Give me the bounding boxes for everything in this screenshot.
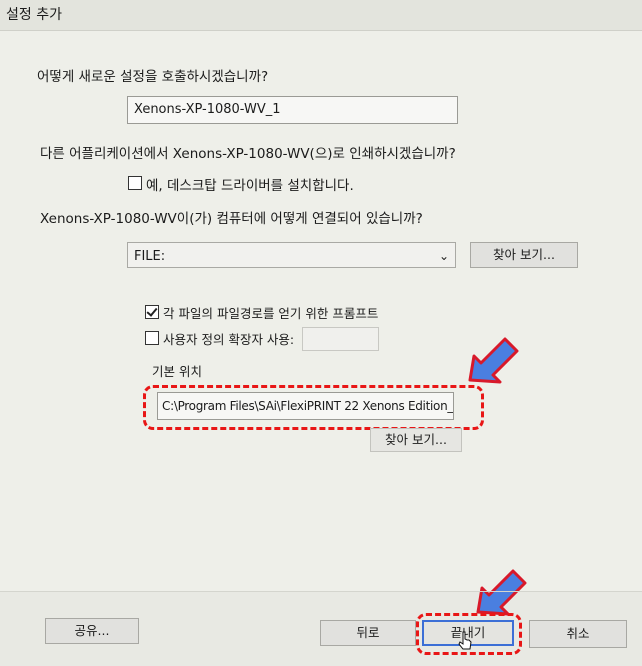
window-title: 설정 추가 bbox=[6, 7, 62, 23]
name-question-label: 어떻게 새로운 설정을 호출하시겠습니까? bbox=[37, 69, 269, 85]
config-name-input[interactable]: Xenons-XP-1080-WV_1 bbox=[127, 96, 458, 124]
default-location-label: 기본 위치 bbox=[152, 364, 202, 379]
share-button[interactable]: 공유... bbox=[45, 618, 139, 644]
print-question-label: 다른 어플리케이션에서 Xenons-XP-1080-WV(으)로 인쇄하시겠습… bbox=[40, 146, 456, 162]
cancel-button[interactable]: 취소 bbox=[529, 620, 627, 648]
custom-extension-checkbox[interactable] bbox=[145, 331, 159, 345]
export-button[interactable]: 끝내기 bbox=[422, 620, 514, 646]
prompt-path-checkbox[interactable] bbox=[145, 305, 159, 319]
prompt-path-label: 각 파일의 파일경로를 얻기 위한 프롬프트 bbox=[163, 306, 379, 321]
connect-question-label: Xenons-XP-1080-WV이(가) 컴퓨터에 어떻게 연결되어 있습니까… bbox=[40, 211, 423, 227]
custom-extension-label: 사용자 정의 확장자 사용: bbox=[163, 332, 295, 347]
install-driver-label: 예, 데스크탑 드라이버를 설치합니다. bbox=[146, 178, 354, 194]
chevron-down-icon: ⌄ bbox=[438, 249, 449, 263]
footer-divider bbox=[0, 591, 642, 592]
title-bar: 설정 추가 bbox=[0, 0, 642, 31]
browse-port-button[interactable]: 찾아 보기... bbox=[470, 242, 578, 268]
browse-location-button[interactable]: 찾아 보기... bbox=[370, 428, 462, 452]
port-select[interactable]: FILE: ⌄ bbox=[127, 242, 456, 268]
default-location-input[interactable]: C:\Program Files\SAi\FlexiPRINT 22 Xenon… bbox=[157, 392, 454, 420]
custom-extension-input[interactable] bbox=[302, 327, 379, 351]
port-select-value: FILE: bbox=[134, 249, 166, 264]
install-driver-checkbox[interactable] bbox=[128, 176, 142, 190]
back-button[interactable]: 뒤로 bbox=[320, 620, 416, 646]
